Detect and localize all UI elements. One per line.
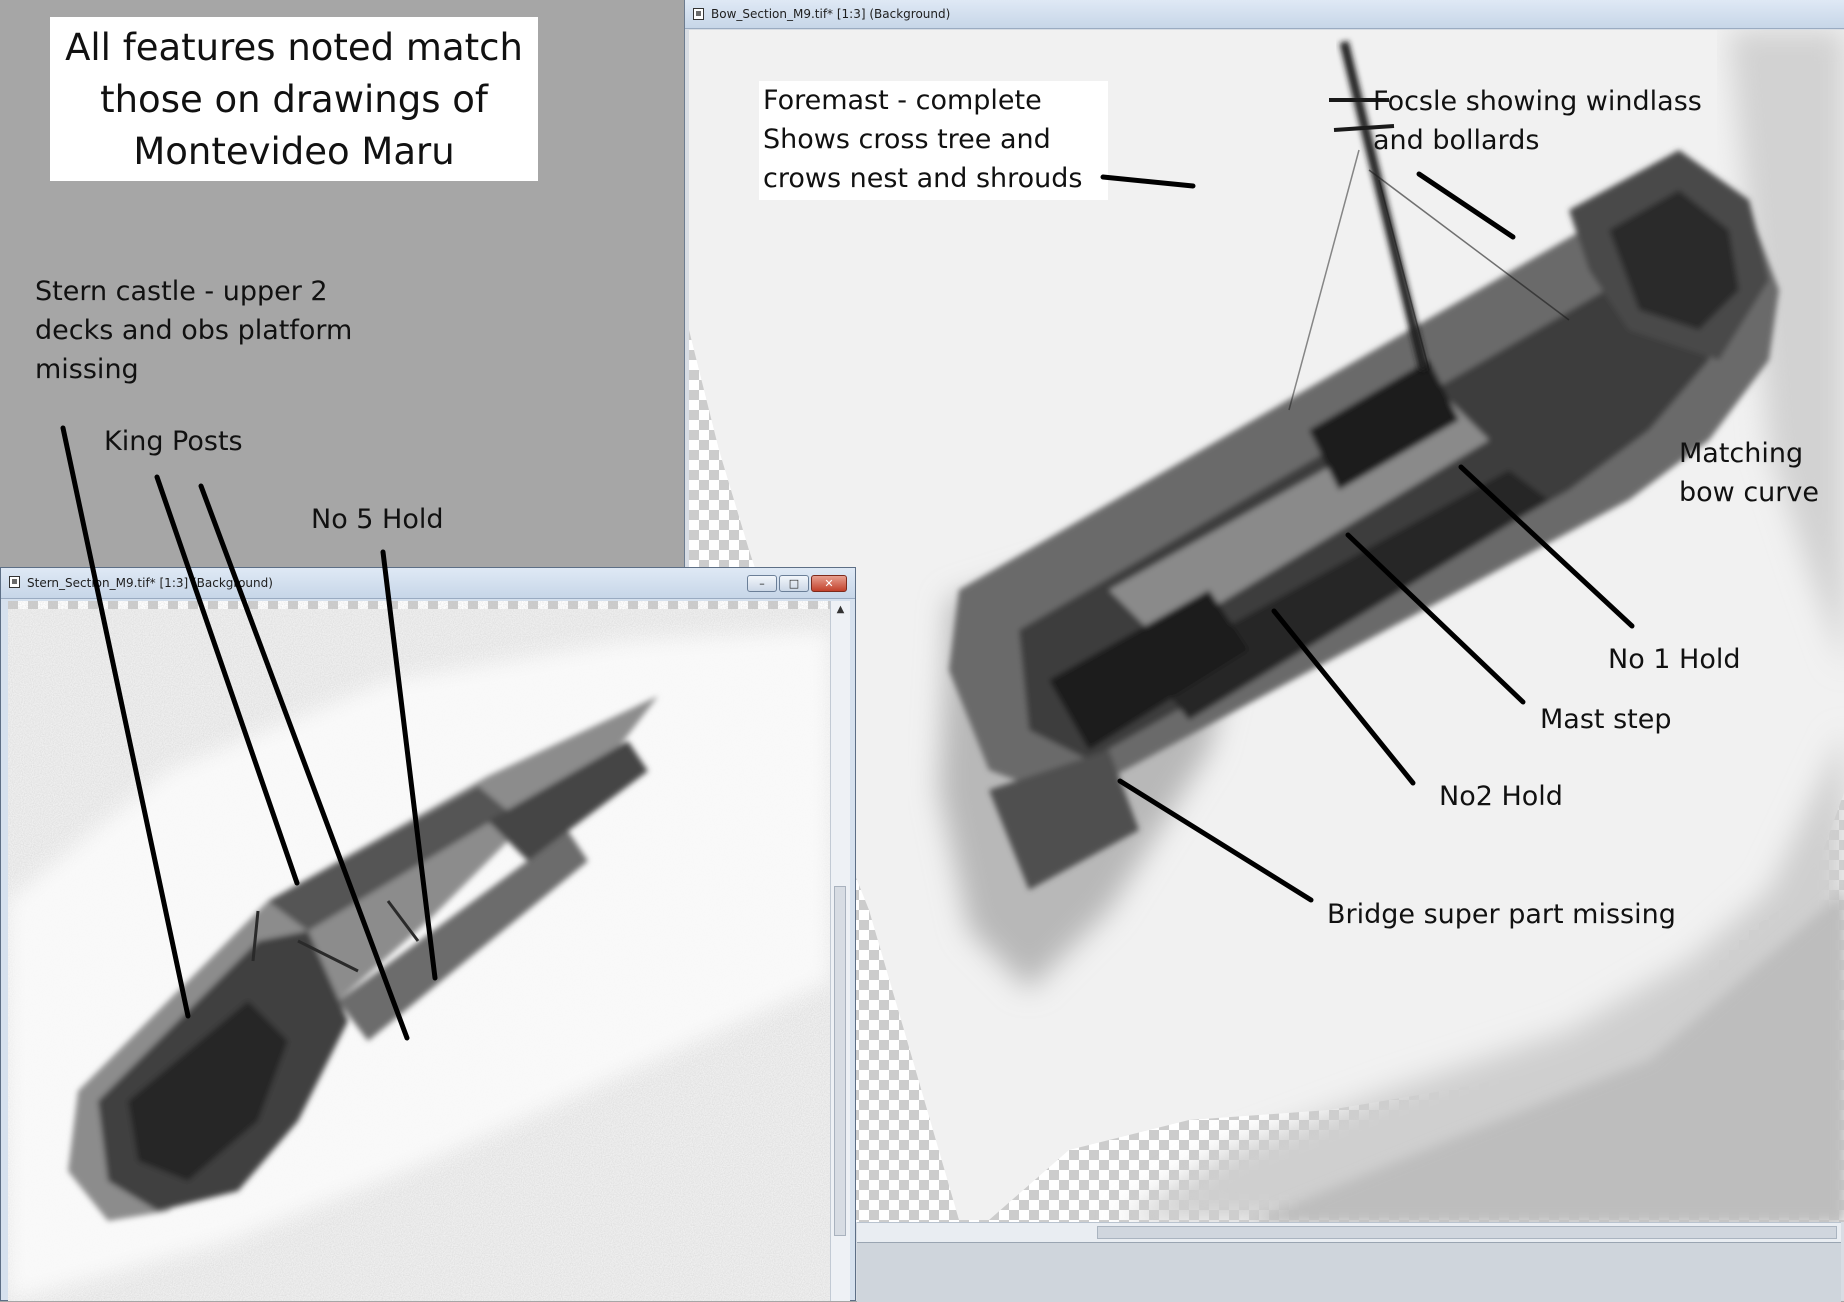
caption-box: All features noted match those on drawin… xyxy=(50,17,538,181)
foremast-label: Foremast - complete Shows cross tree and… xyxy=(759,81,1109,200)
focsle-label: Focsle showing windlass and bollards xyxy=(1373,86,1702,156)
bow-sonar-graphic xyxy=(689,30,1844,1222)
stern-castle-label: Stern castle - upper 2 decks and obs pla… xyxy=(35,276,353,385)
stern-window-titlebar[interactable]: Stern_Section_M9.tif* [1:3] (Background)… xyxy=(1,568,855,599)
bow-sonar-image[interactable] xyxy=(689,30,1844,1222)
close-button[interactable]: ✕ xyxy=(811,575,847,592)
no5-hold-label: No 5 Hold xyxy=(311,504,444,535)
bow-window-title: Bow_Section_M9.tif* [1:3] (Background) xyxy=(711,7,951,21)
no2-hold-label: No2 Hold xyxy=(1439,781,1563,812)
king-posts-label: King Posts xyxy=(104,426,243,457)
document-icon xyxy=(9,576,20,588)
bow-status-area xyxy=(857,1242,1841,1302)
scroll-up-arrow-icon[interactable]: ▲ xyxy=(831,601,850,619)
stern-sonar-graphic xyxy=(8,601,830,1301)
stern-section-window[interactable]: Stern_Section_M9.tif* [1:3] (Background)… xyxy=(0,567,856,1301)
stern-sonar-image[interactable] xyxy=(8,601,830,1301)
bow-curve-label: Matching bow curve xyxy=(1679,438,1819,508)
stern-vertical-scrollbar[interactable]: ▲ xyxy=(830,601,850,1301)
no1-hold-label: No 1 Hold xyxy=(1608,644,1741,675)
maximize-button[interactable]: □ xyxy=(779,575,809,592)
bow-scroll-thumb[interactable] xyxy=(1097,1226,1837,1239)
bow-window-titlebar[interactable]: Bow_Section_M9.tif* [1:3] (Background) xyxy=(685,0,1844,29)
minimize-button[interactable]: – xyxy=(747,575,777,592)
mast-step-label: Mast step xyxy=(1540,704,1672,735)
stern-window-title: Stern_Section_M9.tif* [1:3] (Background) xyxy=(27,576,273,590)
bow-horizontal-scrollbar[interactable] xyxy=(857,1222,1841,1243)
document-icon xyxy=(693,8,704,20)
bridge-label: Bridge super part missing xyxy=(1327,899,1676,930)
stern-scroll-thumb[interactable] xyxy=(834,886,846,1236)
